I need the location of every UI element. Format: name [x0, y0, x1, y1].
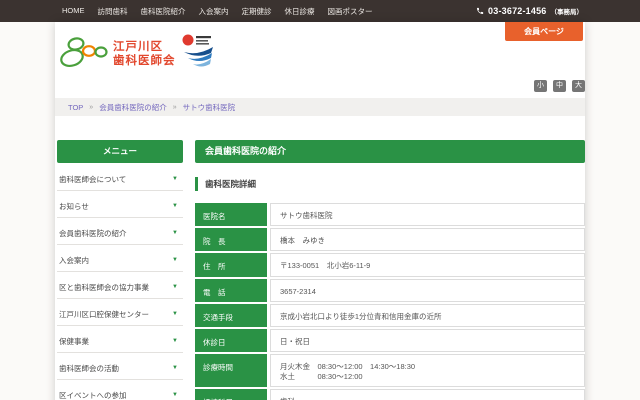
chevron-down-icon: ▼ — [172, 284, 178, 290]
breadcrumb: TOP » 会員歯科医院の紹介 » サトウ歯科医院 — [55, 98, 585, 116]
chevron-down-icon: ▼ — [172, 257, 178, 263]
sidebar-item-news[interactable]: お知らせ ▼ — [57, 195, 183, 218]
content-area: メニュー 歯科医師会について ▼ お知らせ ▼ 会員歯科医院の紹介 ▼ 入会案内… — [55, 116, 585, 400]
breadcrumb-home-link[interactable]: TOP — [68, 103, 83, 112]
association-emblem-icon — [180, 32, 216, 77]
font-size-large-button[interactable]: 大 — [572, 80, 585, 92]
top-navigation-bar: HOME 訪問歯科 歯科医院紹介 入会案内 定期健診 休日診療 図画ポスター 0… — [0, 0, 640, 22]
nav-checkup[interactable]: 定期健診 — [242, 6, 272, 17]
nav-visiting-dental[interactable]: 訪問歯科 — [98, 6, 128, 17]
sidebar-menu: メニュー 歯科医師会について ▼ お知らせ ▼ 会員歯科医院の紹介 ▼ 入会案内… — [57, 140, 183, 400]
site-logo[interactable]: 江戸川区 歯科医師会 — [59, 32, 229, 77]
chevron-down-icon: ▼ — [172, 365, 178, 371]
chevron-down-icon: ▼ — [172, 203, 178, 209]
font-size-medium-button[interactable]: 中 — [553, 80, 566, 92]
sidebar-item-cooperation[interactable]: 区と歯科医師会の協力事業 ▼ — [57, 276, 183, 299]
chevron-down-icon: ▼ — [172, 230, 178, 236]
table-row-access: 交通手段 京成小岩北口より徒歩1分位青和信用金庫の近所 — [195, 304, 585, 327]
breadcrumb-separator: » — [173, 104, 177, 111]
sidebar-item-admission[interactable]: 入会案内 ▼ — [57, 249, 183, 272]
nav-poster[interactable]: 図画ポスター — [328, 6, 373, 17]
site-header: 江戸川区 歯科医師会 小 中 大 — [55, 22, 585, 98]
hours-line-2: 水土 08:30～12:00 — [280, 372, 576, 382]
sidebar-item-activities[interactable]: 歯科医師会の活動 ▼ — [57, 357, 183, 380]
table-row-clinic-name: 医院名 サトウ歯科医院 — [195, 203, 585, 226]
nav-holiday-care[interactable]: 休日診療 — [285, 6, 315, 17]
sidebar-menu-title: メニュー — [57, 140, 183, 163]
sidebar-item-health-programs[interactable]: 保健事業 ▼ — [57, 330, 183, 353]
page-container: 会員ページ 江戸川区 歯科医師会 — [55, 22, 585, 400]
table-row-phone: 電 話 3657-2314 — [195, 279, 585, 302]
breadcrumb-current[interactable]: サトウ歯科医院 — [183, 102, 236, 113]
logo-text: 江戸川区 歯科医師会 — [113, 41, 176, 67]
chevron-down-icon: ▼ — [172, 392, 178, 398]
logo-rings-icon — [59, 34, 109, 75]
chevron-down-icon: ▼ — [172, 338, 178, 344]
table-row-hours: 診療時間 月火木金 08:30～12:00 14:30～18:30 水土 08:… — [195, 354, 585, 387]
font-size-controls: 小 中 大 — [534, 80, 585, 92]
phone-number: 03-3672-1456 — [488, 6, 546, 16]
sidebar-item-ward-events[interactable]: 区イベントへの参加 ▼ — [57, 384, 183, 400]
nav-home[interactable]: HOME — [62, 6, 85, 17]
font-size-small-button[interactable]: 小 — [534, 80, 547, 92]
phone-note: （事務局） — [551, 6, 584, 16]
section-title: 歯科医院詳細 — [195, 177, 585, 191]
sidebar-item-about[interactable]: 歯科医師会について ▼ — [57, 168, 183, 191]
sidebar-item-oral-health-center[interactable]: 江戸川区口腔保健センター ▼ — [57, 303, 183, 326]
hours-line-1: 月火木金 08:30～12:00 14:30～18:30 — [280, 362, 576, 372]
phone-icon — [476, 2, 484, 20]
table-row-closed-days: 休診日 日・祝日 — [195, 329, 585, 352]
phone-contact: 03-3672-1456 （事務局） — [476, 2, 583, 20]
clinic-detail-table: 医院名 サトウ歯科医院 院 長 橋本 みゆき 住 所 〒133-0051 北小岩… — [195, 203, 585, 400]
chevron-down-icon: ▼ — [172, 176, 178, 182]
table-row-director: 院 長 橋本 みゆき — [195, 228, 585, 251]
breadcrumb-separator: » — [89, 104, 93, 111]
nav-clinic-intro[interactable]: 歯科医院紹介 — [141, 6, 186, 17]
page-title: 会員歯科医院の紹介 — [195, 140, 585, 163]
top-nav: HOME 訪問歯科 歯科医院紹介 入会案内 定期健診 休日診療 図画ポスター — [62, 6, 373, 17]
sidebar-item-member-clinics[interactable]: 会員歯科医院の紹介 ▼ — [57, 222, 183, 245]
nav-admission[interactable]: 入会案内 — [199, 6, 229, 17]
main-content: 会員歯科医院の紹介 歯科医院詳細 医院名 サトウ歯科医院 院 長 橋本 みゆき … — [195, 140, 585, 400]
chevron-down-icon: ▼ — [172, 311, 178, 317]
breadcrumb-parent-link[interactable]: 会員歯科医院の紹介 — [99, 102, 167, 113]
table-row-address: 住 所 〒133-0051 北小岩6-11-9 — [195, 253, 585, 276]
table-row-specialty: 標榜科目 歯科 — [195, 389, 585, 400]
